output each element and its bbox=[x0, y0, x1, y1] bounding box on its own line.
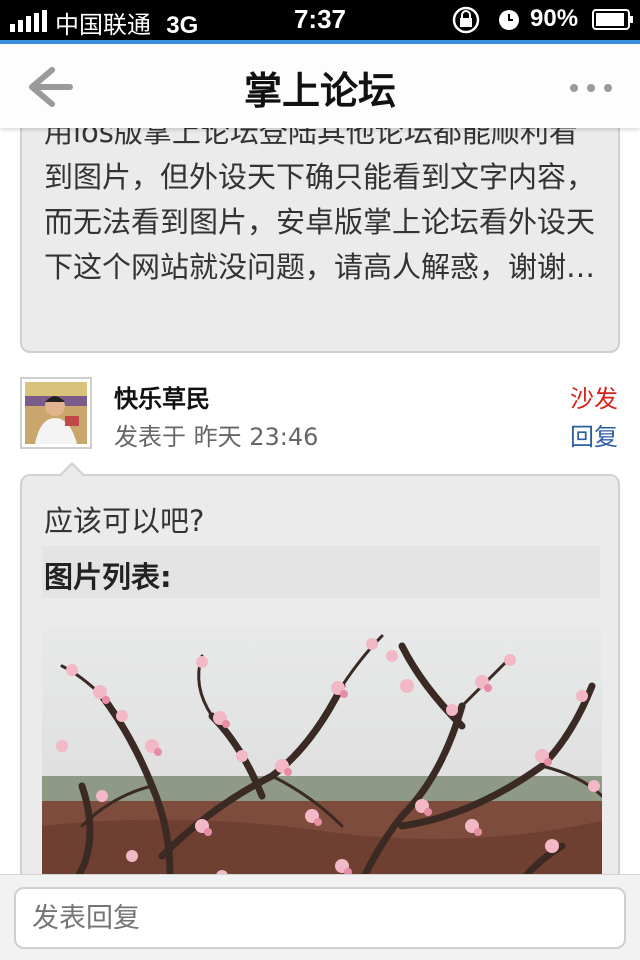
reply-input[interactable] bbox=[14, 887, 626, 949]
battery-percent: 90% bbox=[530, 5, 579, 32]
post-image[interactable] bbox=[42, 626, 602, 874]
bubble-pointer-inner bbox=[60, 465, 84, 477]
more-dots-icon bbox=[570, 84, 612, 92]
reply-link[interactable]: 回复 bbox=[570, 417, 618, 452]
thread-content[interactable]: 用ios版掌上论坛登陆其他论坛都能顺利看到图片，但外设天下确只能看到文字内容，而… bbox=[0, 128, 640, 874]
reply-text: 应该可以吧? bbox=[44, 504, 205, 538]
original-post-bubble: 用ios版掌上论坛登陆其他论坛都能顺利看到图片，但外设天下确只能看到文字内容，而… bbox=[20, 128, 620, 353]
reply-bubble: 应该可以吧? 图片列表: bbox=[20, 462, 620, 874]
avatar[interactable] bbox=[20, 377, 92, 449]
more-button[interactable] bbox=[566, 62, 616, 112]
reply-bar bbox=[0, 874, 640, 960]
floor-label: 沙发 bbox=[570, 385, 618, 413]
battery-icon bbox=[592, 9, 633, 30]
navigation-bar: 掌上论坛 bbox=[0, 40, 640, 128]
image-list-header: 图片列表: bbox=[42, 546, 600, 598]
orientation-lock-icon bbox=[452, 6, 480, 34]
reply-username[interactable]: 快乐草民 bbox=[114, 379, 210, 414]
alarm-clock-icon bbox=[499, 10, 519, 30]
original-post-text: 用ios版掌上论坛登陆其他论坛都能顺利看到图片，但外设天下确只能看到文字内容，而… bbox=[44, 128, 596, 284]
image-list-label: 图片列表: bbox=[44, 560, 172, 594]
user-avatar-image bbox=[25, 382, 87, 444]
status-bar: 中国联通 3G 7:37 90% bbox=[0, 0, 640, 40]
reply-meta: 发表于 昨天 23:46 bbox=[114, 423, 319, 451]
page-title: 掌上论坛 bbox=[243, 69, 396, 113]
